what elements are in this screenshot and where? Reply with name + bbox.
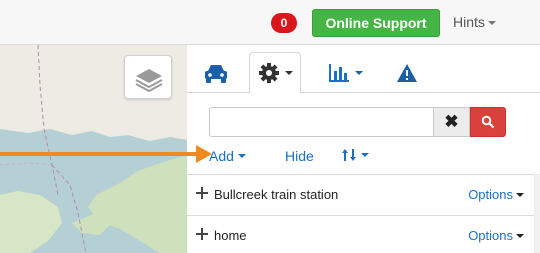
chevron-down-icon bbox=[516, 192, 524, 197]
list-item-label: home bbox=[214, 228, 247, 243]
callout-arrow-line bbox=[0, 152, 198, 156]
warning-icon bbox=[397, 64, 417, 82]
tab-alerts[interactable] bbox=[385, 52, 429, 94]
chevron-down-icon bbox=[361, 153, 369, 157]
plus-icon[interactable] bbox=[195, 227, 209, 241]
hints-dropdown[interactable]: Hints bbox=[453, 14, 496, 30]
search-icon bbox=[481, 115, 495, 129]
chevron-down-icon bbox=[237, 154, 246, 158]
search-button[interactable] bbox=[470, 107, 506, 137]
gear-icon bbox=[258, 63, 279, 83]
list-item[interactable]: Bullcreek train station Options bbox=[187, 174, 540, 215]
side-panel: ✖ Add Hide Bullcreek train station Optio… bbox=[187, 45, 540, 253]
hide-label: Hide bbox=[285, 148, 314, 164]
chevron-down-icon bbox=[284, 71, 293, 75]
car-icon bbox=[205, 65, 227, 83]
bar-chart-icon bbox=[328, 64, 349, 82]
hide-button[interactable]: Hide bbox=[285, 148, 314, 164]
chevron-down-icon bbox=[354, 71, 363, 75]
notification-badge[interactable]: 0 bbox=[271, 13, 297, 33]
map-layers-button[interactable] bbox=[124, 55, 172, 99]
search-input[interactable] bbox=[209, 107, 434, 137]
app-frame: 0 Online Support Hints ✖ Add Hide Bullcr… bbox=[0, 0, 540, 253]
clear-search-button[interactable]: ✖ bbox=[434, 107, 470, 137]
callout-arrow-icon bbox=[196, 145, 212, 163]
tab-vehicles[interactable] bbox=[193, 52, 239, 94]
plus-icon[interactable] bbox=[195, 186, 209, 200]
close-icon: ✖ bbox=[444, 112, 459, 131]
chevron-down-icon bbox=[487, 21, 496, 26]
hints-label: Hints bbox=[453, 14, 485, 30]
chevron-down-icon bbox=[516, 233, 524, 238]
options-dropdown[interactable]: Options bbox=[468, 228, 524, 243]
sort-arrows-icon bbox=[342, 149, 356, 161]
add-dropdown[interactable]: Add bbox=[209, 148, 246, 164]
tab-settings[interactable] bbox=[249, 52, 301, 94]
sort-dropdown[interactable] bbox=[341, 148, 369, 162]
list-item-label: Bullcreek train station bbox=[214, 187, 339, 202]
panel-tabs bbox=[187, 45, 540, 94]
online-support-button[interactable]: Online Support bbox=[312, 9, 440, 37]
options-label: Options bbox=[468, 187, 513, 202]
list-scrollbar[interactable] bbox=[534, 174, 540, 253]
top-bar: 0 Online Support Hints bbox=[0, 0, 540, 45]
layers-icon bbox=[135, 69, 163, 93]
places-list: Bullcreek train station Options home Opt… bbox=[187, 174, 540, 253]
list-item[interactable]: home Options bbox=[187, 215, 540, 253]
options-dropdown[interactable]: Options bbox=[468, 187, 524, 202]
add-label: Add bbox=[209, 148, 234, 164]
options-label: Options bbox=[468, 228, 513, 243]
map-view[interactable] bbox=[0, 45, 187, 253]
tab-reports[interactable] bbox=[315, 52, 375, 94]
